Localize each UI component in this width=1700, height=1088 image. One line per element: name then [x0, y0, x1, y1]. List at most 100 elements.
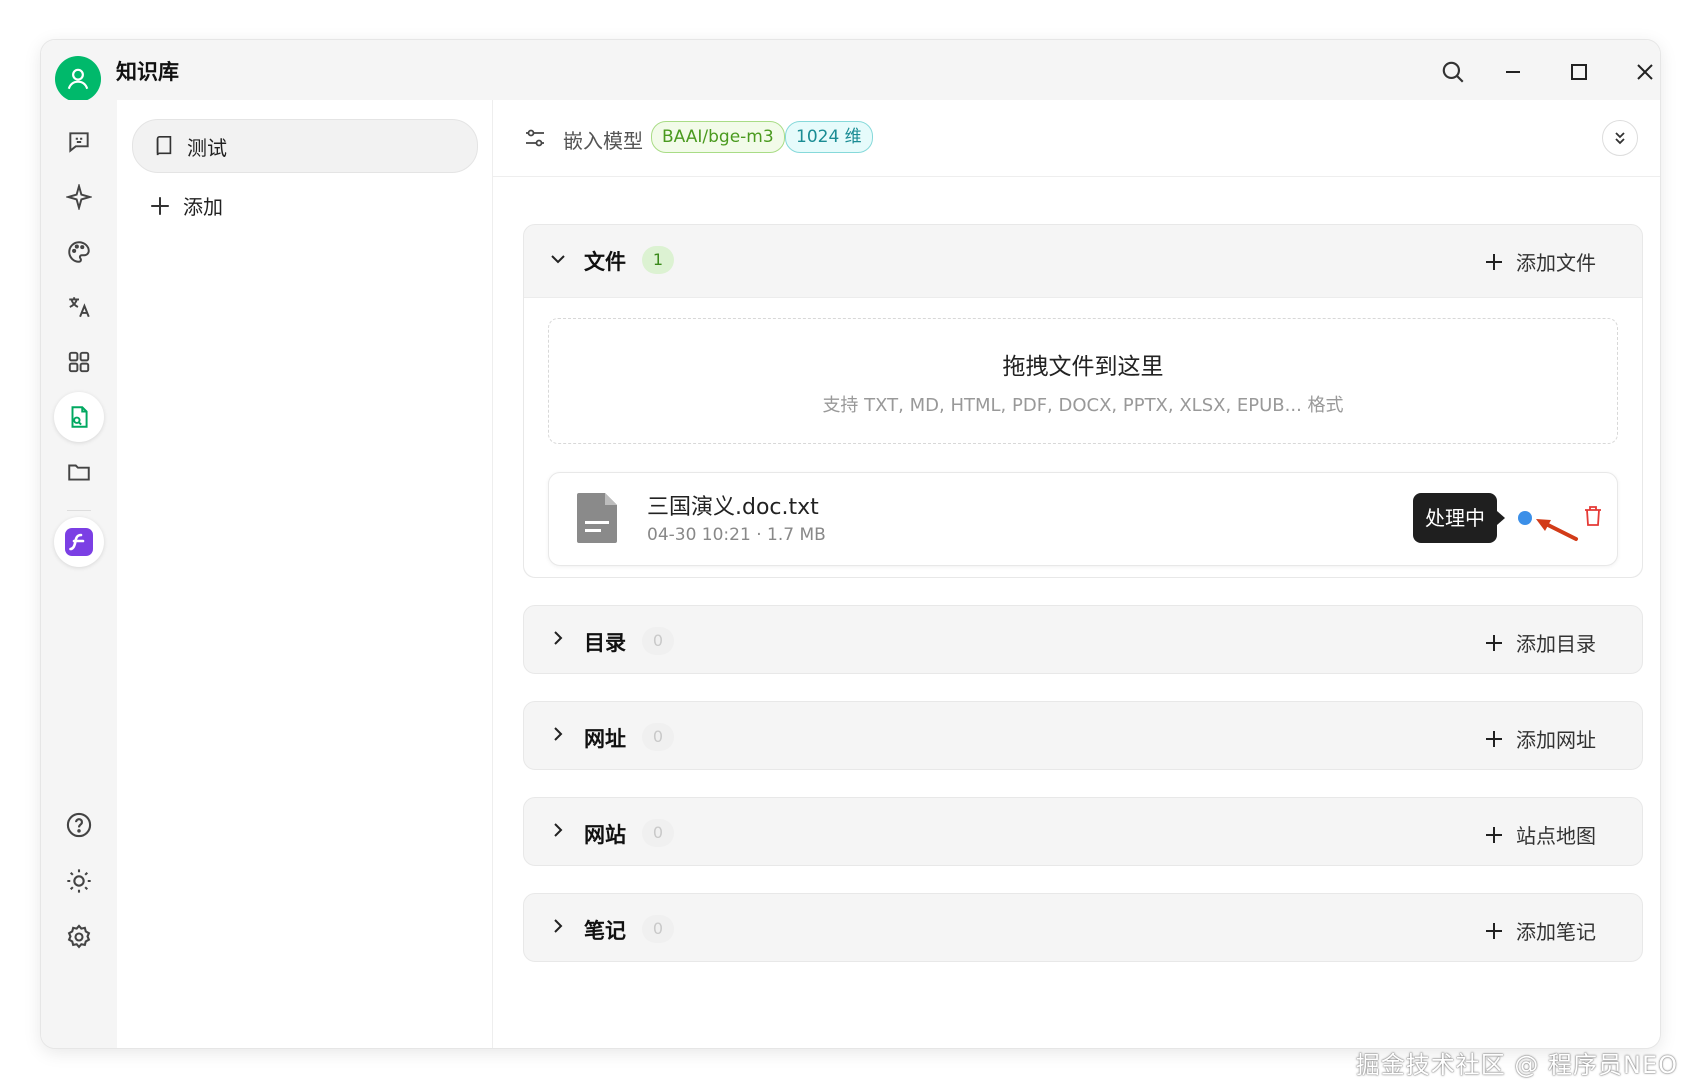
kb-settings-button[interactable]: [523, 126, 547, 154]
maximize-button[interactable]: [1561, 54, 1597, 90]
rail-settings[interactable]: [54, 912, 104, 962]
book-icon: [156, 136, 172, 156]
minimize-icon: [1506, 71, 1520, 73]
rail-help[interactable]: [54, 800, 104, 850]
app-logo-icon: [65, 528, 93, 556]
add-file-label: 添加文件: [1516, 251, 1596, 275]
search-button[interactable]: [1435, 54, 1471, 90]
kb-item-test[interactable]: 测试: [132, 119, 478, 173]
expand-button[interactable]: [1602, 120, 1638, 156]
settings-icon: [67, 924, 91, 949]
directory-section-header[interactable]: 目录 0 添加目录: [524, 606, 1642, 678]
user-icon: [67, 68, 89, 90]
add-url-button[interactable]: 添加网址: [1484, 724, 1596, 753]
sliders-icon: [526, 129, 544, 147]
file-meta: 04-30 10:21 · 1.7 MB: [647, 525, 826, 545]
palette-icon: [68, 241, 90, 263]
dimension-tag: 1024 维: [785, 121, 873, 153]
rail-apps[interactable]: [54, 337, 104, 387]
kb-item-label: 测试: [187, 135, 227, 160]
annotation-arrow-icon: [1536, 519, 1578, 541]
user-avatar[interactable]: [55, 56, 101, 102]
rail-divider: [67, 510, 91, 511]
rail-paint[interactable]: [54, 227, 104, 277]
folder-icon: [68, 464, 90, 481]
knowledge-icon: [71, 406, 88, 428]
files-body: 拖拽文件到这里 支持 TXT, MD, HTML, PDF, DOCX, PPT…: [524, 297, 1642, 577]
notes-section-header[interactable]: 笔记 0 添加笔记: [524, 894, 1642, 966]
app-window: 知识库 测试 添加 嵌入模型 BAAI/bge-m3 1024 维 文件 1 添…: [41, 40, 1660, 1048]
theme-icon: [67, 869, 91, 893]
rail-theme[interactable]: [54, 856, 104, 906]
file-document-icon: [577, 493, 617, 543]
status-tooltip: 处理中: [1413, 493, 1505, 543]
delete-file-button[interactable]: [1583, 505, 1603, 531]
chevron-right-icon: [554, 823, 563, 837]
search-icon: [1442, 61, 1464, 83]
close-button[interactable]: [1627, 54, 1660, 90]
add-sitemap-button[interactable]: 站点地图: [1484, 820, 1596, 849]
rail-mini-app[interactable]: [54, 517, 104, 567]
rail-translate[interactable]: [54, 282, 104, 332]
count-badge: 1: [642, 246, 674, 274]
knowledge-detail: 嵌入模型 BAAI/bge-m3 1024 维 文件 1 添加文件 拖拽文件到这…: [493, 100, 1660, 1048]
plus-icon: [1486, 730, 1502, 747]
rail-knowledge[interactable]: [54, 392, 104, 442]
file-item: 三国演义.doc.txt 04-30 10:21 · 1.7 MB 处理中: [548, 472, 1618, 566]
chevron-right-icon: [554, 727, 563, 741]
website-section[interactable]: 网站 0 站点地图: [523, 797, 1643, 866]
add-note-button[interactable]: 添加笔记: [1484, 916, 1596, 945]
section-title: 文件: [584, 250, 626, 274]
watermark: 掘金技术社区 @ 程序员NEO: [1355, 1051, 1678, 1079]
close-icon: [1637, 64, 1653, 80]
files-section-header[interactable]: 文件 1 添加文件: [524, 225, 1642, 297]
section-title: 网址: [584, 727, 626, 751]
count-badge: 0: [642, 819, 674, 847]
file-name[interactable]: 三国演义.doc.txt: [647, 489, 819, 521]
count-badge: 0: [642, 915, 674, 943]
detail-topbar: 嵌入模型 BAAI/bge-m3 1024 维: [493, 100, 1660, 177]
dropzone-title: 拖拽文件到这里: [1002, 354, 1164, 380]
double-chevron-down-icon: [1615, 132, 1625, 145]
apps-icon: [68, 351, 90, 373]
chat-icon: [69, 132, 89, 153]
add-note-label: 添加笔记: [1516, 920, 1596, 944]
chevron-right-icon: [554, 919, 563, 933]
title-bar: 知识库: [41, 40, 1660, 102]
directory-section[interactable]: 目录 0 添加目录: [523, 605, 1643, 674]
add-sitemap-label: 站点地图: [1516, 824, 1596, 848]
knowledge-base-list: 测试 添加: [117, 100, 493, 1048]
files-section: 文件 1 添加文件 拖拽文件到这里 支持 TXT, MD, HTML, PDF,…: [523, 224, 1643, 578]
rail-files[interactable]: [54, 447, 104, 497]
count-badge: 0: [642, 723, 674, 751]
translate-icon: [69, 297, 90, 318]
add-kb-label: 添加: [183, 195, 223, 219]
rail-assistant[interactable]: [54, 172, 104, 222]
url-section-header[interactable]: 网址 0 添加网址: [524, 702, 1642, 774]
count-badge: 0: [642, 627, 674, 655]
section-title: 网站: [584, 823, 626, 847]
add-kb-button[interactable]: 添加: [149, 191, 223, 220]
processing-status-dot[interactable]: [1518, 511, 1532, 525]
plus-icon: [1486, 922, 1502, 939]
rail-chat[interactable]: [54, 117, 104, 167]
window-title: 知识库: [116, 60, 179, 84]
section-title: 笔记: [584, 919, 626, 943]
url-section[interactable]: 网址 0 添加网址: [523, 701, 1643, 770]
add-file-button[interactable]: 添加文件: [1484, 247, 1596, 276]
plus-icon: [1486, 253, 1502, 270]
chevron-right-icon: [554, 631, 563, 645]
file-dropzone[interactable]: 拖拽文件到这里 支持 TXT, MD, HTML, PDF, DOCX, PPT…: [548, 318, 1618, 444]
embed-model-tag: BAAI/bge-m3: [651, 121, 785, 153]
nav-rail: [41, 100, 117, 1048]
minimize-button[interactable]: [1495, 54, 1531, 90]
chevron-down-icon: [551, 255, 565, 264]
website-section-header[interactable]: 网站 0 站点地图: [524, 798, 1642, 870]
add-directory-button[interactable]: 添加目录: [1484, 628, 1596, 657]
trash-icon: [1585, 506, 1601, 526]
plus-icon: [151, 196, 169, 215]
section-title: 目录: [584, 631, 626, 655]
embed-model-label: 嵌入模型: [563, 129, 643, 153]
notes-section[interactable]: 笔记 0 添加笔记: [523, 893, 1643, 962]
sparkle-icon: [66, 184, 92, 210]
